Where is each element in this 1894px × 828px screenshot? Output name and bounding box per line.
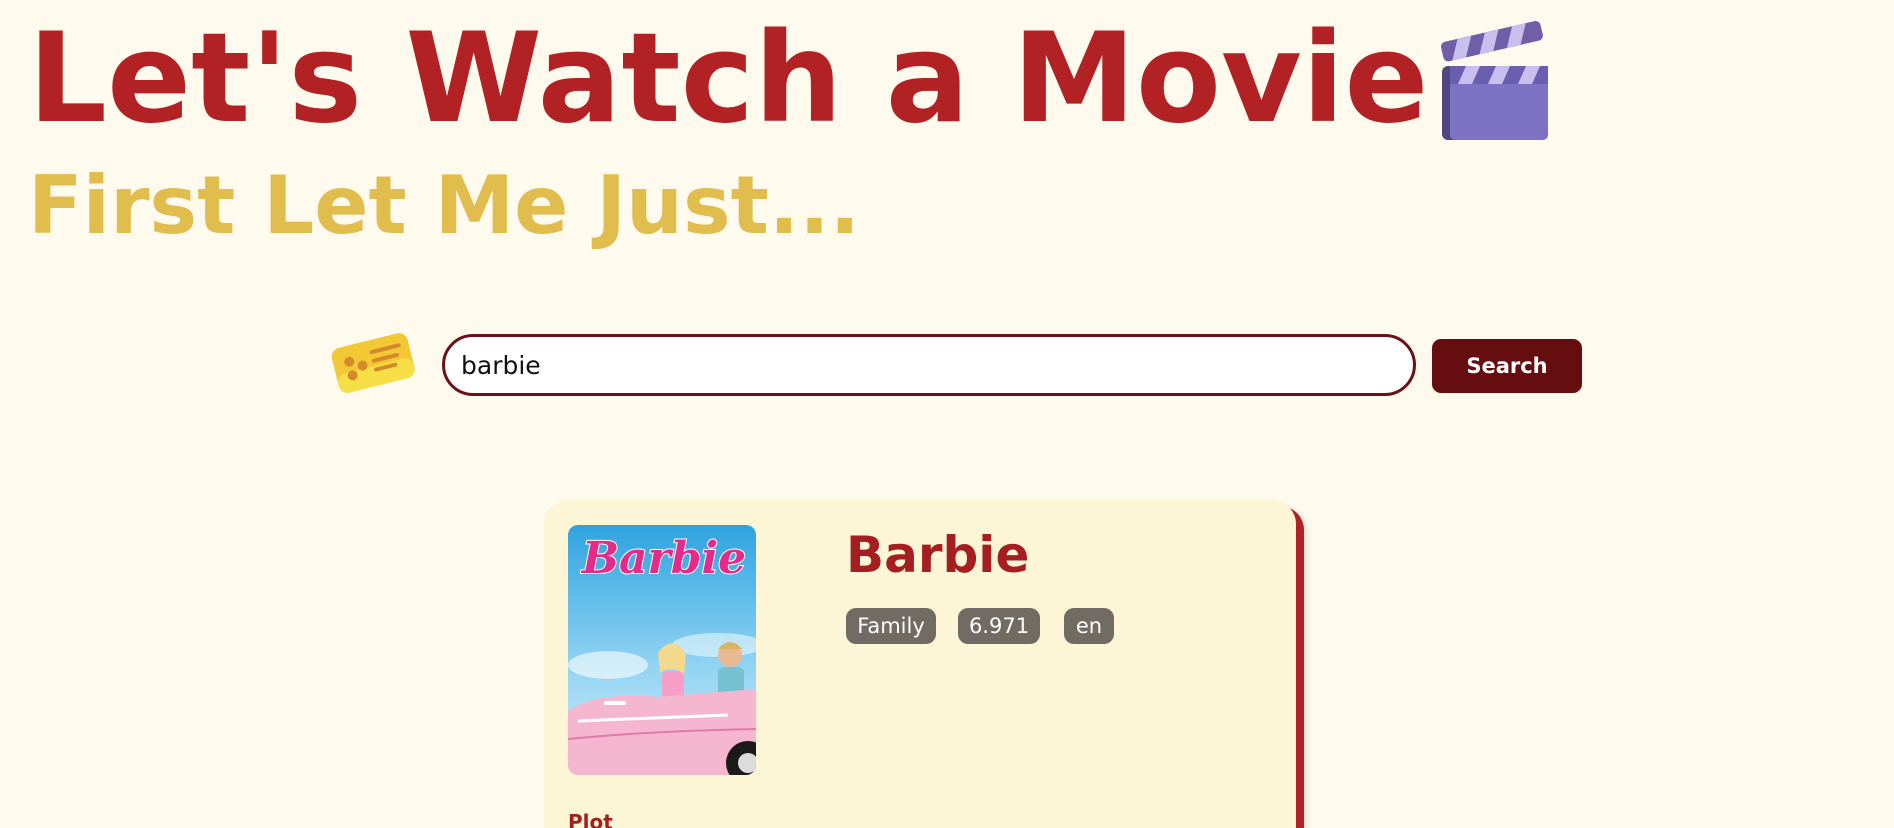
clapperboard-icon [1440, 20, 1548, 140]
language-badge: en [1064, 608, 1114, 644]
page-subtitle: First Let Me Just... [28, 159, 861, 252]
search-button[interactable]: Search [1432, 339, 1582, 393]
ticket-icon [331, 333, 415, 393]
genre-badge: Family [846, 608, 936, 644]
page: Let's Watch a Movie First Let Me Just...… [0, 0, 1894, 828]
rating-badge: 6.971 [958, 608, 1040, 644]
movie-card[interactable]: Barbie Barbie Family 6.971 en Plot [544, 500, 1296, 828]
plot-label: Plot [568, 810, 613, 828]
poster-logo: Barbie [580, 533, 746, 584]
movie-title: Barbie [846, 526, 1030, 584]
movie-poster: Barbie [568, 525, 756, 775]
page-title: Let's Watch a Movie [28, 7, 1429, 151]
search-input[interactable] [442, 334, 1416, 396]
